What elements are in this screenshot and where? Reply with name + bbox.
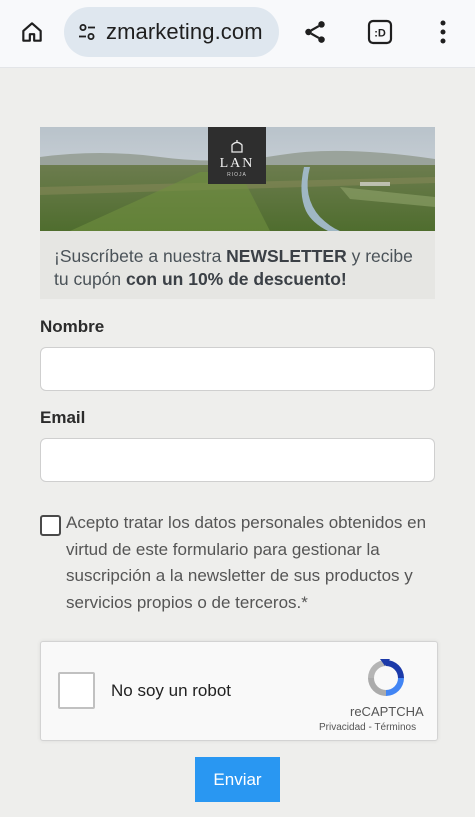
share-icon[interactable] (297, 14, 333, 50)
recaptcha-brand: reCAPTCHA (350, 704, 424, 719)
promo-discount: con un 10% de descuento! (126, 269, 347, 289)
promo-text: ¡Suscríbete a nuestra (54, 246, 227, 266)
logo-subtext: RIOJA (227, 172, 247, 178)
name-input[interactable] (40, 347, 435, 391)
tab-switcher-icon[interactable]: :D (362, 14, 398, 50)
email-label: Email (40, 408, 86, 427)
site-settings-icon[interactable] (76, 21, 98, 43)
address-bar[interactable]: zmarketing.com (64, 7, 279, 57)
consent-checkbox[interactable] (40, 515, 61, 536)
lan-logo: LAN RIOJA (208, 127, 266, 184)
name-label: Nombre (40, 317, 105, 336)
tab-count: :D (374, 28, 386, 40)
vineyard-banner-image: LAN RIOJA (40, 127, 435, 231)
logo-text: LAN (219, 156, 255, 171)
recaptcha-privacy-link[interactable]: Privacidad (319, 722, 366, 733)
home-icon[interactable] (14, 14, 50, 50)
recaptcha-terms-link[interactable]: Términos (374, 722, 416, 733)
browser-toolbar: zmarketing.com :D (0, 0, 475, 68)
promo-newsletter: NEWSLETTER (226, 246, 347, 266)
newsletter-promo: ¡Suscríbete a nuestra NEWSLETTER y recib… (40, 231, 435, 299)
recaptcha-checkbox[interactable] (58, 672, 95, 709)
email-input[interactable] (40, 438, 435, 482)
recaptcha-logo-icon (364, 656, 408, 700)
consent-text: Acepto tratar los datos personales obten… (66, 513, 427, 612)
recaptcha-links: Privacidad - Términos (319, 722, 416, 733)
url-text: zmarketing.com (106, 19, 263, 44)
recaptcha-widget: No soy un robot reCAPTCHA Privacidad - T… (40, 641, 438, 741)
recaptcha-label: No soy un robot (111, 681, 232, 700)
more-options-icon[interactable] (427, 14, 459, 50)
submit-button[interactable]: Enviar (195, 757, 280, 802)
